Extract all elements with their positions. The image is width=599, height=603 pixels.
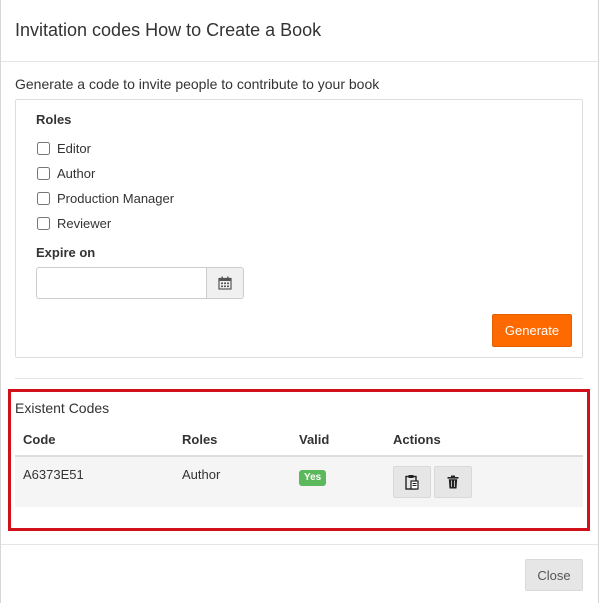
role-checkbox-reviewer[interactable] (37, 216, 50, 230)
column-header-valid: Valid (299, 432, 330, 447)
role-checkbox-production-manager[interactable] (37, 191, 50, 205)
generate-code-panel: Roles Editor Author Production Manager R… (15, 99, 583, 358)
column-header-actions: Actions (393, 432, 441, 447)
role-checkbox-author[interactable] (37, 166, 50, 180)
role-label-production-manager: Production Manager (57, 190, 175, 206)
expire-on-label: Expire on (36, 245, 96, 260)
role-option-author[interactable]: Author (36, 164, 95, 182)
modal-title: Invitation codes How to Create a Book (15, 20, 322, 40)
calendar-button[interactable] (206, 267, 244, 299)
invitation-codes-modal: Invitation codes How to Create a Book Ge… (0, 0, 599, 603)
generate-button[interactable]: Generate (492, 314, 572, 347)
expire-date-group (36, 267, 244, 299)
cell-code: A6373E51 (23, 467, 84, 482)
table-row: A6373E51 Author Yes (15, 457, 583, 507)
role-label-author: Author (57, 165, 96, 181)
role-checkbox-editor[interactable] (37, 141, 50, 155)
calendar-icon (218, 276, 232, 290)
existent-codes-table: Code Roles Valid Actions A6373E51 Author… (15, 426, 583, 507)
modal-footer-divider (1, 544, 598, 545)
expire-date-input[interactable] (36, 267, 206, 299)
generate-intro-text: Generate a code to invite people to cont… (15, 76, 380, 92)
role-label-reviewer: Reviewer (57, 215, 112, 231)
valid-badge: Yes (299, 470, 327, 486)
trash-icon (447, 475, 459, 489)
delete-code-button[interactable] (434, 466, 472, 498)
existent-codes-title: Existent Codes (15, 400, 110, 416)
cell-roles: Author (182, 467, 221, 482)
role-option-editor[interactable]: Editor (36, 139, 91, 157)
roles-label: Roles (36, 112, 72, 127)
role-label-editor: Editor (57, 140, 91, 156)
table-header: Code Roles Valid Actions (15, 426, 583, 457)
section-divider (15, 378, 583, 379)
modal-header: Invitation codes How to Create a Book (1, 0, 598, 62)
role-option-production-manager[interactable]: Production Manager (36, 189, 174, 207)
column-header-code: Code (23, 432, 56, 447)
copy-code-button[interactable] (393, 466, 431, 498)
role-option-reviewer[interactable]: Reviewer (36, 214, 111, 232)
clipboard-icon (405, 475, 419, 490)
column-header-roles: Roles (182, 432, 218, 447)
close-button[interactable]: Close (525, 559, 583, 591)
